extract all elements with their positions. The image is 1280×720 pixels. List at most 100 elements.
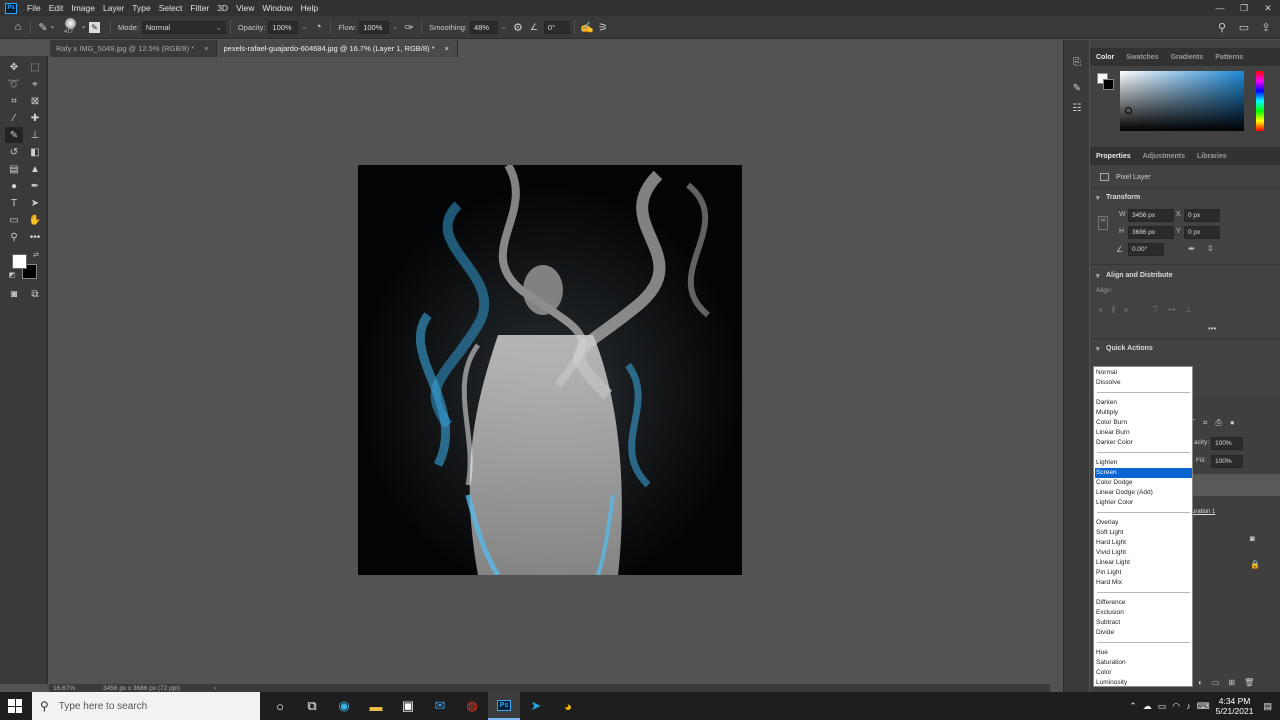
language-icon[interactable]: ⌨ <box>1197 701 1210 712</box>
close-window-button[interactable]: ✕ <box>1256 0 1280 16</box>
blend-dissolve[interactable]: Dissolve <box>1095 378 1192 388</box>
blend-screen[interactable]: Screen <box>1095 468 1192 478</box>
airbrush-icon[interactable]: ✑ <box>401 19 417 35</box>
menu-layer[interactable]: Layer <box>99 3 128 13</box>
swap-colors-icon[interactable]: ⇄ <box>31 250 41 260</box>
type-tool-icon[interactable]: T <box>5 195 23 211</box>
lock-icon[interactable]: 🔒 <box>1250 560 1260 569</box>
brush-size-picker[interactable]: 417 <box>60 17 82 37</box>
blend-normal[interactable]: Normal <box>1095 368 1192 378</box>
volume-icon[interactable]: ♪ <box>1186 701 1191 711</box>
align-bottom-icon[interactable]: ⊥ <box>1185 305 1192 315</box>
marquee-tool-icon[interactable]: ⬚ <box>26 59 44 75</box>
opacity-field[interactable]: 100% <box>268 20 299 34</box>
blend-exclusion[interactable]: Exclusion <box>1095 608 1192 618</box>
tab-patterns[interactable]: Patterns <box>1209 54 1249 61</box>
chevron-down-icon[interactable]: ⌄ <box>392 23 398 31</box>
close-icon[interactable]: × <box>445 40 449 57</box>
blend-lighten[interactable]: Lighten <box>1095 458 1192 468</box>
rectangle-tool-icon[interactable]: ▭ <box>5 212 23 228</box>
menu-file[interactable]: File <box>23 3 45 13</box>
hue-slider[interactable] <box>1256 71 1264 131</box>
task-view-icon[interactable]: ⧉ <box>296 692 328 720</box>
chrome-icon[interactable]: ◕ <box>552 692 584 720</box>
taskbar-search-box[interactable]: ⚲ Type here to search <box>32 692 260 720</box>
height-field[interactable]: 3686 px <box>1128 226 1174 239</box>
menu-view[interactable]: View <box>232 3 258 13</box>
smoothing-field[interactable]: 48% <box>470 20 499 34</box>
x-field[interactable]: 0 px <box>1184 209 1220 222</box>
smart-object-filter-icon[interactable]: ⎙ <box>1215 418 1221 428</box>
windows-start-icon[interactable] <box>8 699 22 713</box>
blend-linear-light[interactable]: Linear Light <box>1095 558 1192 568</box>
more-tools-icon[interactable]: ••• <box>26 229 44 245</box>
width-field[interactable]: 3456 px <box>1128 209 1174 222</box>
clone-stamp-tool-icon[interactable]: ⊥ <box>26 127 44 143</box>
show-hidden-icons-icon[interactable]: ⌃ <box>1129 701 1137 712</box>
blend-hue[interactable]: Hue <box>1095 648 1192 658</box>
symmetry-icon[interactable]: ⚞ <box>595 19 611 35</box>
blend-darker-color[interactable]: Darker Color <box>1095 438 1192 448</box>
path-selection-tool-icon[interactable]: ➤ <box>26 195 44 211</box>
flow-field[interactable]: 100% <box>359 20 390 34</box>
color-picker-handle[interactable] <box>1125 107 1132 114</box>
rotation-field[interactable]: 0.00° <box>1128 243 1164 256</box>
tab-rafy-doc[interactable]: Rafy x IMG_5049.jpg @ 12.5% (RGB/8) * × <box>50 40 218 57</box>
blend-darken[interactable]: Darken <box>1095 398 1192 408</box>
blend-color-dodge[interactable]: Color Dodge <box>1095 478 1192 488</box>
tab-color[interactable]: Color <box>1090 54 1120 61</box>
blend-mode-dropdown[interactable]: Normal Dissolve Darken Multiply Color Bu… <box>1093 366 1193 687</box>
delete-layer-icon[interactable]: 🗑 <box>1244 678 1254 687</box>
healing-brush-tool-icon[interactable]: ✚ <box>26 110 44 126</box>
brush-angle-field[interactable]: 0° <box>543 20 570 34</box>
menu-type[interactable]: Type <box>128 3 154 13</box>
tab-gradients[interactable]: Gradients <box>1165 54 1210 61</box>
layer-opacity-field[interactable]: 100% <box>1211 437 1243 450</box>
menu-select[interactable]: Select <box>155 3 187 13</box>
menu-image[interactable]: Image <box>67 3 99 13</box>
pressure-size-icon[interactable]: ✍ <box>579 19 595 35</box>
crop-tool-icon[interactable]: ⌗ <box>5 93 23 109</box>
tab-libraries[interactable]: Libraries <box>1191 153 1233 160</box>
chevron-down-icon[interactable]: ⌄ <box>501 23 507 31</box>
search-icon[interactable]: ⚲ <box>1214 19 1230 35</box>
brush-picker-chevron-icon[interactable]: ▾ <box>82 24 85 31</box>
screen-mode-icon[interactable]: ⧉ <box>26 286 44 302</box>
adjustment-layer-icon[interactable]: ◐ <box>1198 678 1203 687</box>
tab-swatches[interactable]: Swatches <box>1120 54 1164 61</box>
fill-field[interactable]: 100% <box>1211 455 1243 468</box>
blend-difference[interactable]: Difference <box>1095 598 1192 608</box>
blend-hard-light[interactable]: Hard Light <box>1095 538 1192 548</box>
blend-color[interactable]: Color <box>1095 668 1192 678</box>
blend-multiply[interactable]: Multiply <box>1095 408 1192 418</box>
tab-properties[interactable]: Properties <box>1090 153 1137 160</box>
blend-luminosity[interactable]: Luminosity <box>1095 678 1192 688</box>
zoom-tool-icon[interactable]: ⚲ <box>5 229 23 245</box>
menu-edit[interactable]: Edit <box>45 3 68 13</box>
layer-mask-icon[interactable]: ◙ <box>1250 534 1255 543</box>
filter-toggle-icon[interactable]: ● <box>1230 418 1235 428</box>
transform-header[interactable]: Transform <box>1090 194 1140 202</box>
new-layer-icon[interactable]: ⊞ <box>1228 678 1235 687</box>
quick-mask-icon[interactable]: ◙ <box>5 286 23 302</box>
history-panel-icon[interactable]: ⎘ <box>1068 54 1086 70</box>
preset-dropdown-icon[interactable]: ▾ <box>51 24 54 31</box>
brush-tool-icon[interactable]: ✎ <box>5 127 23 143</box>
status-menu-arrow-icon[interactable]: › <box>214 685 216 692</box>
chevron-down-icon[interactable]: ⌄ <box>301 23 307 31</box>
microsoft-store-icon[interactable]: ▣ <box>392 692 424 720</box>
y-field[interactable]: 0 px <box>1184 226 1220 239</box>
lasso-tool-icon[interactable]: ➰ <box>5 76 23 92</box>
menu-window[interactable]: Window <box>258 3 296 13</box>
menu-3d[interactable]: 3D <box>213 3 232 13</box>
align-right-icon[interactable]: ⫸ <box>1124 305 1129 315</box>
blend-saturation[interactable]: Saturation <box>1095 658 1192 668</box>
photoshop-taskbar-icon[interactable]: Ps <box>488 692 520 720</box>
blend-linear-dodge[interactable]: Linear Dodge (Add) <box>1095 488 1192 498</box>
quick-actions-header[interactable]: Quick Actions <box>1090 345 1153 353</box>
gear-icon[interactable]: ⚙ <box>510 19 526 35</box>
flip-vertical-icon[interactable]: ⇳ <box>1207 244 1214 253</box>
pen-tool-icon[interactable]: ✒ <box>26 178 44 194</box>
eraser-tool-icon[interactable]: ◧ <box>26 144 44 160</box>
group-folder-icon[interactable]: ▭ <box>1212 678 1220 687</box>
